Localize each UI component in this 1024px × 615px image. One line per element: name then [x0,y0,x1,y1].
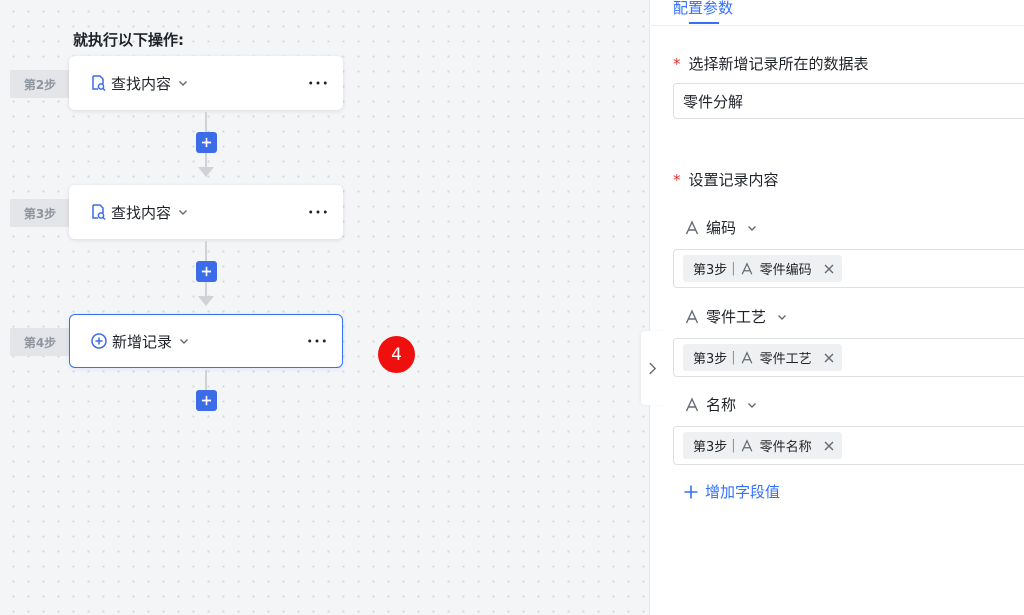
step-tag-4: 第4步 [10,328,70,356]
close-icon[interactable] [822,439,836,453]
close-icon[interactable] [822,351,836,365]
flow-title: 就执行以下操作: [73,31,184,49]
tab-config-params[interactable]: 配置参数 [673,0,733,18]
token-separator: | [731,350,736,365]
arrow-down-icon [198,296,214,306]
chevron-down-icon [776,311,788,323]
text-field-icon [740,350,754,365]
step-node-label: 新增记录 [112,332,173,351]
field-name: 零件工艺 [706,308,767,326]
connector-line [205,153,207,167]
table-field-label: * 选择新增记录所在的数据表 [673,53,869,74]
field-name: 名称 [706,396,737,414]
tab-underline [689,22,719,24]
close-icon[interactable] [822,262,836,276]
add-step-button[interactable] [196,261,217,282]
add-step-button[interactable] [196,132,217,153]
value-token: 第3步 | 零件名称 [683,432,842,459]
search-record-icon [89,203,107,221]
connector-line [205,241,207,261]
required-mark: * [673,55,681,73]
step-number-badge: 4 [378,336,415,373]
step-node-label: 查找内容 [111,74,172,93]
more-options-icon[interactable] [307,75,329,91]
field-value-input[interactable]: 第3步 | 零件工艺 [673,338,1024,377]
add-field-value-button[interactable]: 增加字段值 [683,481,780,502]
chevron-down-icon [746,399,758,411]
required-mark: * [673,171,681,189]
connector-line [205,370,207,390]
field-selector-name[interactable]: 名称 [684,394,758,415]
token-value: 零件编码 [759,263,812,278]
step-node-label: 查找内容 [111,203,172,222]
collapse-panel-button[interactable] [641,331,663,405]
table-select[interactable]: 零件分解 [673,83,1024,119]
chevron-down-icon[interactable] [177,206,189,218]
token-step: 第3步 [693,352,728,367]
token-step: 第3步 [693,263,728,278]
add-step-button[interactable] [196,390,217,411]
token-separator: | [731,438,736,453]
table-select-value: 零件分解 [683,92,744,111]
field-value-input[interactable]: 第3步 | 零件编码 [673,249,1024,288]
token-separator: | [731,261,736,276]
text-field-icon [740,438,754,453]
connector-line [205,112,207,132]
divider [651,25,1024,26]
config-panel: 配置参数 * 选择新增记录所在的数据表 零件分解 * 设置记录内容 编码 第3步 |… [651,0,1024,615]
value-token: 第3步 | 零件工艺 [683,344,842,371]
arrow-down-icon [198,167,214,177]
chevron-right-icon [648,362,656,374]
field-selector-code[interactable]: 编码 [684,217,758,238]
chevron-down-icon[interactable] [178,335,190,347]
content-label: * 设置记录内容 [673,169,779,190]
chevron-down-icon [746,222,758,234]
content-label-text: 设置记录内容 [688,171,779,189]
token-step: 第3步 [693,440,728,455]
search-record-icon [89,74,107,92]
step-node-2[interactable]: 查找内容 [69,56,343,110]
step-node-4[interactable]: 新增记录 [69,314,343,368]
token-value: 零件工艺 [759,352,812,367]
step-tag-2: 第2步 [10,70,70,98]
table-field-label-text: 选择新增记录所在的数据表 [688,55,869,73]
connector-line [205,282,207,296]
more-options-icon[interactable] [306,333,328,349]
text-field-icon [684,219,700,236]
add-circle-icon [90,332,108,350]
field-selector-process[interactable]: 零件工艺 [684,306,788,327]
field-value-input[interactable]: 第3步 | 零件名称 [673,426,1024,465]
workflow-canvas[interactable]: 就执行以下操作: 第2步 查找内容 第3步 查找内容 第4步 新增记录 4 [0,0,650,615]
text-field-icon [684,308,700,325]
plus-icon [683,484,699,500]
field-name: 编码 [706,219,737,237]
add-field-value-label: 增加字段值 [705,483,781,501]
step-node-3[interactable]: 查找内容 [69,185,343,239]
token-value: 零件名称 [759,440,812,455]
text-field-icon [684,396,700,413]
text-field-icon [740,261,754,276]
more-options-icon[interactable] [307,204,329,220]
value-token: 第3步 | 零件编码 [683,255,842,282]
chevron-down-icon[interactable] [177,77,189,89]
step-tag-3: 第3步 [10,199,70,227]
